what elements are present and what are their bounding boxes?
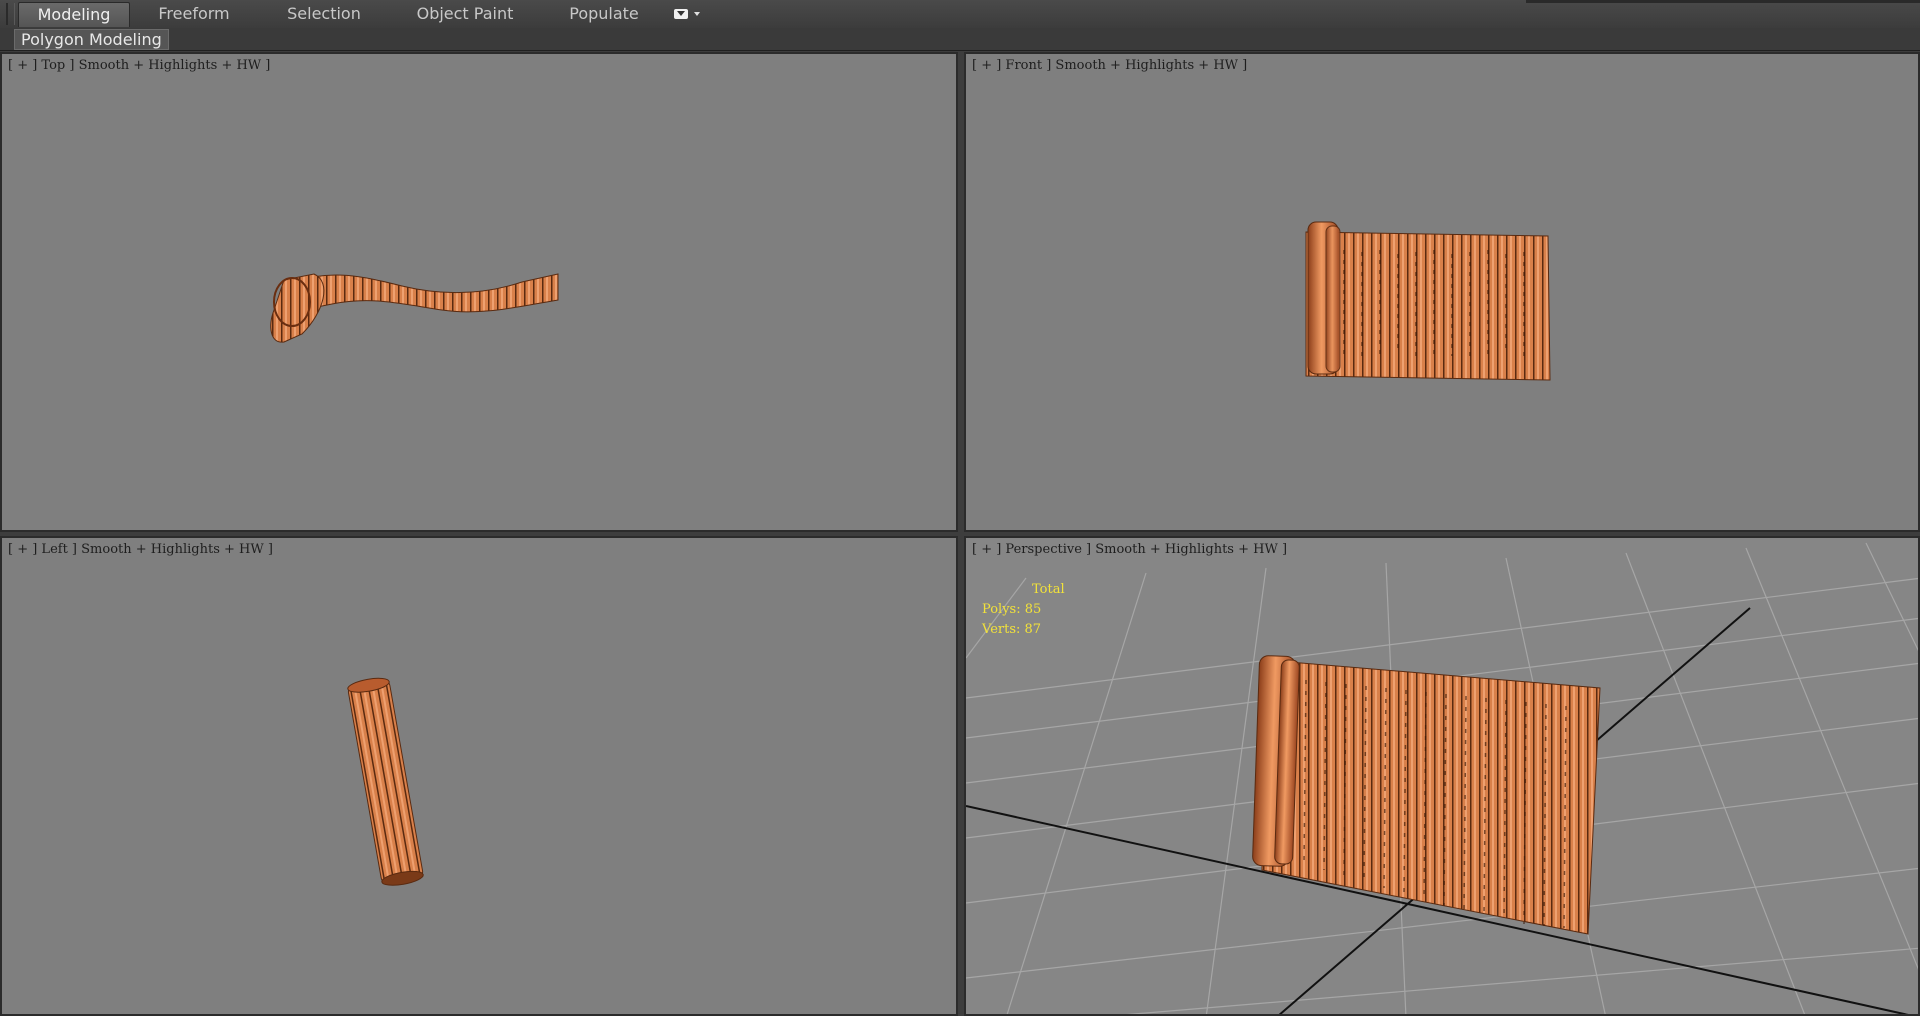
polygon-modeling-panel-button[interactable]: Polygon Modeling <box>14 29 169 50</box>
viewport-perspective[interactable]: [ + ] Perspective ] Smooth + Highlights … <box>964 536 1920 1016</box>
stats-verts: Verts: 87 <box>982 622 1042 637</box>
ribbon-divider <box>1526 0 1920 3</box>
tab-selection[interactable]: Selection <box>276 2 372 26</box>
bamboo-scroll-front-view <box>1305 221 1551 381</box>
viewport-left[interactable]: [ + ] Left ] Smooth + Highlights + HW ] <box>0 536 958 1016</box>
ribbon-panel-bar: Polygon Modeling <box>0 28 1920 51</box>
scene-statistics: Total Polys: 85 Verts: 87 <box>982 580 1065 640</box>
tab-populate[interactable]: Populate <box>560 2 648 26</box>
perspective-scene <box>966 542 1918 1014</box>
bamboo-scroll-left-view <box>347 677 424 886</box>
ribbon-tab-bar: Modeling Freeform Selection Object Paint… <box>0 0 1920 29</box>
tab-modeling[interactable]: Modeling <box>18 2 130 27</box>
tab-object-paint[interactable]: Object Paint <box>410 2 520 26</box>
ribbon-grip-handle[interactable] <box>6 3 15 25</box>
chevron-down-icon <box>694 12 700 16</box>
viewport-front[interactable]: [ + ] Front ] Smooth + Highlights + HW ] <box>964 52 1920 532</box>
viewport-top[interactable]: [ + ] Top ] Smooth + Highlights + HW ] <box>0 52 958 532</box>
ribbon-menu-icon <box>674 9 688 19</box>
dropdown-toggle-icon[interactable] <box>674 7 706 21</box>
stats-title: Total <box>1032 582 1065 597</box>
bamboo-scroll-top-view <box>270 273 559 343</box>
stats-polys: Polys: 85 <box>982 602 1042 617</box>
tab-freeform[interactable]: Freeform <box>146 2 242 26</box>
